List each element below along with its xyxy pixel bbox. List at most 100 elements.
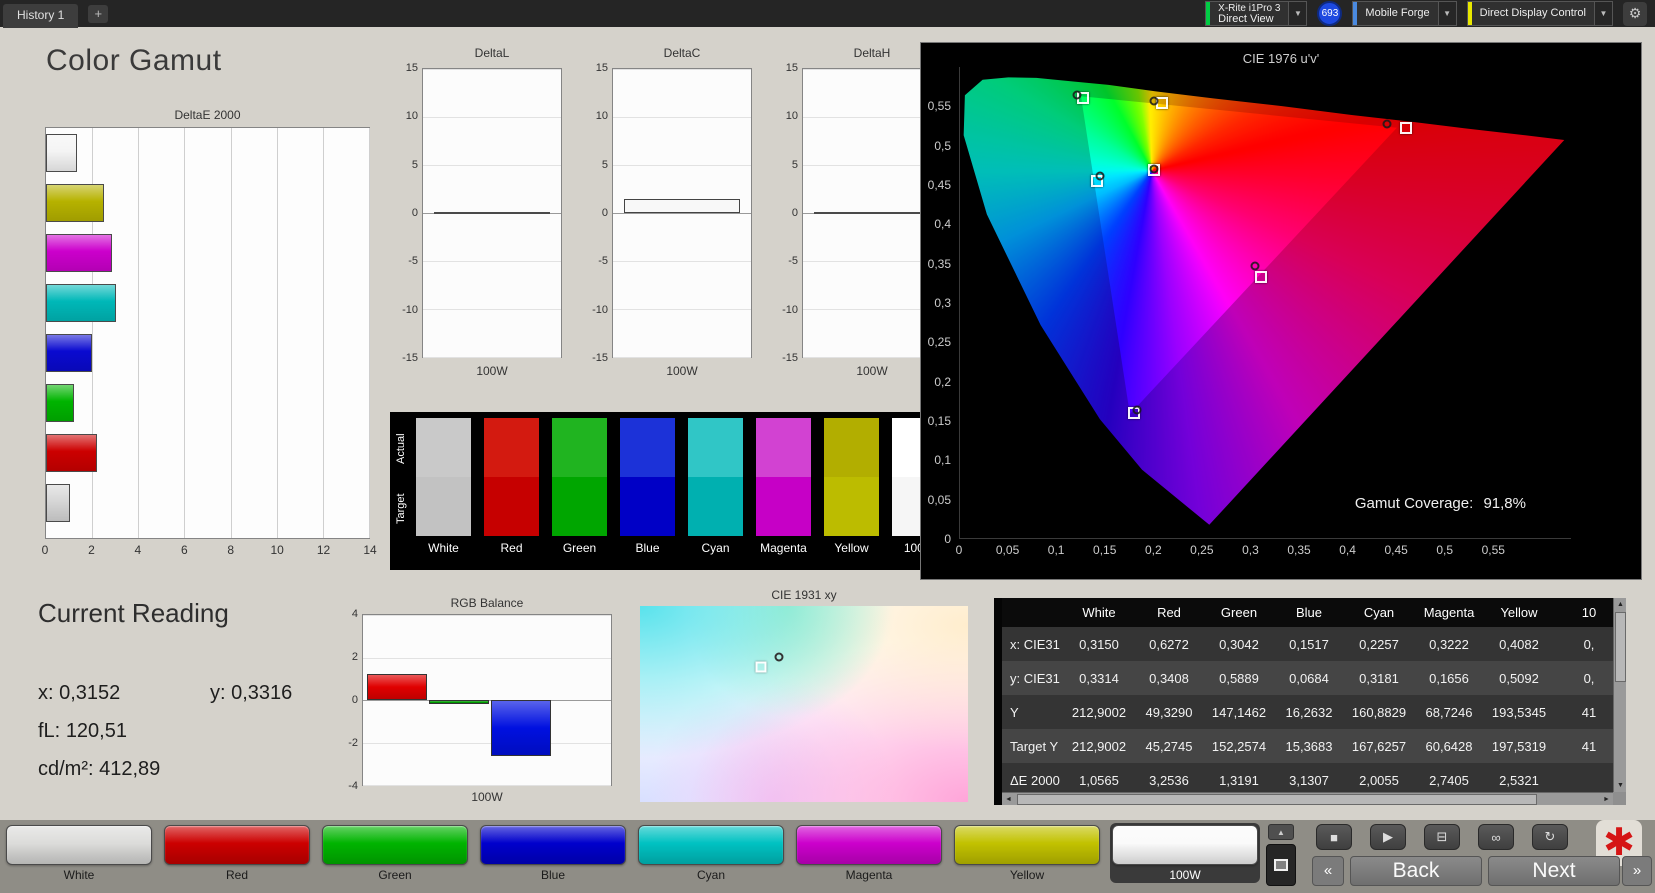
measured-marker-magenta: [1250, 261, 1260, 271]
axis-tick-label: 0,55: [927, 99, 951, 114]
swatch-actual: [416, 418, 471, 477]
measured-marker-green: [1072, 90, 1082, 100]
row-label: y: CIE31: [1010, 670, 1060, 686]
delta-chart-deltal: DeltaL 15 10 5 0 -5 -10 -15 100W: [392, 46, 562, 391]
delta-bar: [624, 199, 740, 213]
patch-button-magenta[interactable]: [796, 825, 942, 865]
table-gutter: [994, 598, 1002, 805]
gridline: [423, 261, 561, 262]
table-cell: 0,5092: [1499, 670, 1539, 686]
patch-button-blue[interactable]: [480, 825, 626, 865]
gridline: [613, 357, 751, 358]
axis-tick-label: 5: [601, 158, 608, 171]
chevron-down-icon[interactable]: ▼: [1437, 2, 1456, 25]
next-chevron-button[interactable]: »: [1622, 856, 1652, 886]
table-cell: 3,1307: [1289, 772, 1329, 788]
chart-title: DeltaC: [663, 46, 701, 60]
gridline: [423, 117, 561, 118]
axis-label: 100W: [471, 790, 503, 804]
display-control-dropdown[interactable]: Direct Display Control ▼: [1466, 1, 1613, 26]
display-text: Direct Display Control: [1479, 7, 1586, 19]
refresh-button[interactable]: ↻: [1532, 824, 1568, 850]
swatch-target: [620, 477, 675, 536]
cie-1976-panel: CIE 1976 u'v' 0,55 0,5 0,45 0,4 0,35 0,3 0,25 0…: [920, 42, 1642, 580]
gridline: [613, 69, 751, 70]
patch-button-green[interactable]: [322, 825, 468, 865]
axis-tick-label: 0,1: [1047, 543, 1065, 557]
axis-tick-label: -15: [592, 352, 608, 364]
reading-x-value: 0,3152: [59, 682, 121, 704]
back-chevron-button[interactable]: «: [1312, 856, 1344, 886]
patch-button-red[interactable]: [164, 825, 310, 865]
table-cell: 147,1462: [1211, 704, 1267, 720]
scroll-down-icon[interactable]: ▼: [1614, 779, 1626, 792]
gear-icon[interactable]: ⚙: [1623, 1, 1647, 26]
new-tab-button[interactable]: +: [88, 4, 109, 23]
table-cell: 0,6272: [1149, 636, 1189, 652]
table-row[interactable]: ΔE 2000 1,0565 3,2536 1,3191 3,1307 2,0055 2,7…: [1002, 763, 1613, 792]
column-header: 10: [1581, 605, 1597, 620]
scroll-up-icon[interactable]: ▲: [1614, 598, 1626, 611]
axis-tick-label: 2: [351, 651, 358, 663]
table-row[interactable]: Target Y 212,9002 45,2745 152,2574 15,3683 16…: [1002, 729, 1613, 763]
reading-fl-value: 120,51: [65, 720, 127, 742]
table-cell: 1,3191: [1219, 772, 1259, 788]
table-row[interactable]: Y 212,9002 49,3290 147,1462 16,2632 160,8829 6…: [1002, 695, 1613, 729]
table-row[interactable]: x: CIE31 0,3150 0,6272 0,3042 0,1517 0,2257 0,…: [1002, 627, 1613, 661]
patch-cell-blue: Blue: [478, 823, 628, 883]
table-cell: 2,5321: [1499, 772, 1539, 788]
vertical-scrollbar[interactable]: ▲ ▼: [1613, 598, 1626, 792]
scrollbar-thumb[interactable]: [1615, 612, 1626, 682]
delta-e-bar-white: [46, 134, 78, 172]
table-cell: 167,6257: [1351, 738, 1407, 754]
measured-marker-cyan: [1095, 171, 1105, 181]
next-button[interactable]: Next: [1488, 856, 1620, 886]
horizontal-scrollbar[interactable]: ◄ ►: [1002, 792, 1613, 805]
axis-tick-label: 0,5: [1436, 543, 1454, 557]
axis-tick-label: 0: [955, 543, 963, 557]
chevron-down-icon[interactable]: ▼: [1594, 2, 1612, 25]
scroll-right-icon[interactable]: ►: [1600, 793, 1613, 805]
axis-tick-label: 0: [411, 207, 418, 219]
continuous-button[interactable]: ∞: [1478, 824, 1514, 850]
history-tab[interactable]: History 1: [3, 3, 79, 28]
chart-title: RGB Balance: [450, 596, 524, 610]
table-cell: 197,5319: [1491, 738, 1547, 754]
swatch-yellow: Yellow: [824, 418, 879, 555]
stop-button[interactable]: ■: [1316, 824, 1352, 850]
play-button[interactable]: ▶: [1370, 824, 1406, 850]
cie-x-axis: 0 0,05 0,1 0,15 0,2 0,25 0,3 0,35 0,4 0,45 0,5 0,55: [955, 543, 1571, 559]
meter-dropdown[interactable]: X-Rite i1Pro 3 Direct View ▼: [1205, 1, 1308, 26]
axis-tick-label: 0,25: [927, 335, 951, 350]
save-button[interactable]: ⊟: [1424, 824, 1460, 850]
patch-window-button[interactable]: [1266, 844, 1296, 886]
workflow-dropdown[interactable]: Mobile Forge ▼: [1352, 1, 1457, 26]
reading-fl-label: fL:: [38, 720, 61, 742]
chart-title: CIE 1976 u'v': [1242, 51, 1320, 66]
table-cell: 0,1656: [1429, 670, 1469, 686]
delta-e-bar-cyan: [46, 284, 117, 322]
patch-button-yellow[interactable]: [954, 825, 1100, 865]
delta-e-bar-green: [46, 384, 74, 422]
meter-label: X-Rite i1Pro 3 Direct View: [1210, 2, 1288, 25]
delta-e-x-axis: 0 2 4 6 8 10 12 14: [42, 543, 377, 559]
swatch-magenta: Magenta: [756, 418, 811, 555]
scrollbar-thumb[interactable]: [1017, 794, 1537, 805]
table-cell: 212,9002: [1071, 738, 1127, 754]
patch-button-cyan[interactable]: [638, 825, 784, 865]
swatch-label: Cyan: [701, 541, 730, 555]
scroll-left-icon[interactable]: ◄: [1002, 793, 1015, 805]
actual-row-label: Actual: [395, 433, 407, 465]
gridline: [363, 657, 611, 659]
axis-tick-label: 10: [785, 110, 798, 123]
back-button[interactable]: Back: [1350, 856, 1482, 886]
patch-button-white[interactable]: [6, 825, 152, 865]
gamut-coverage-label: Gamut Coverage:: [1354, 495, 1474, 512]
table-row[interactable]: y: CIE31 0,3314 0,3408 0,5889 0,0684 0,3181 0,…: [1002, 661, 1613, 695]
chevron-down-icon[interactable]: ▼: [1288, 2, 1307, 25]
patch-cell-white: White: [4, 823, 154, 883]
patch-button-100w[interactable]: [1112, 825, 1258, 865]
reading-y: y: 0,3316: [210, 682, 292, 705]
swatch-target: [824, 477, 879, 536]
collapse-up-icon[interactable]: ▲: [1268, 824, 1294, 840]
